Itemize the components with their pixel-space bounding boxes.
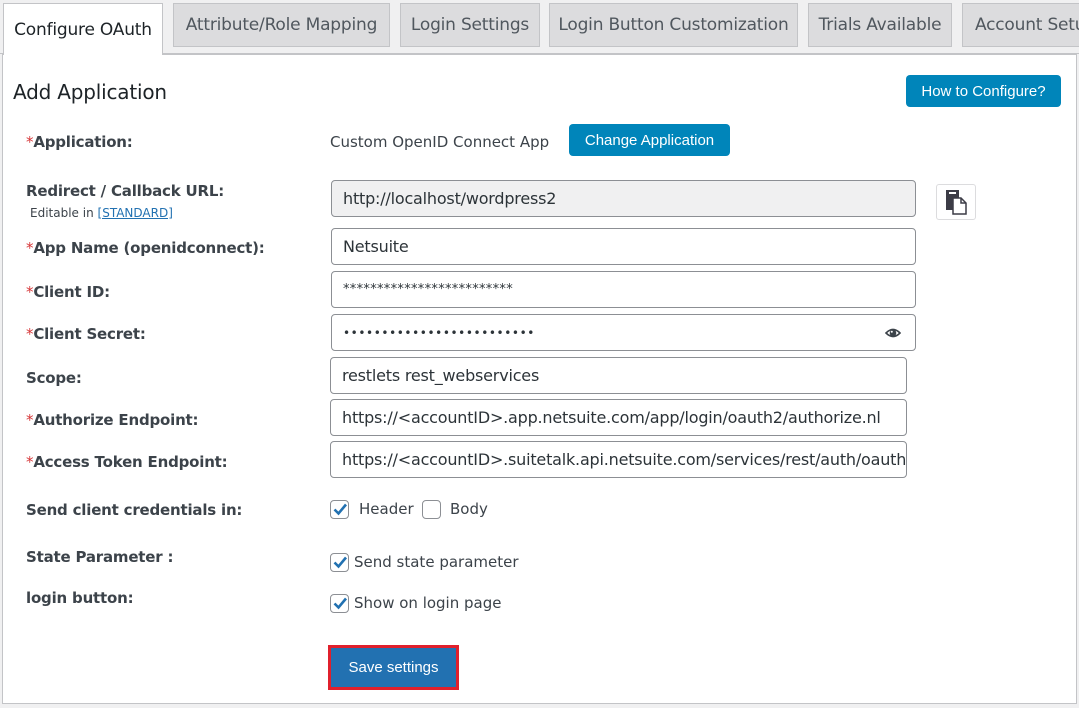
app-name-input[interactable]: Netsuite (331, 228, 916, 265)
tab-login-button-customization[interactable]: Login Button Customization (549, 3, 798, 47)
section-title: Add Application (13, 80, 167, 104)
redirect-editable-note: Editable in [STANDARD] (30, 206, 173, 220)
redirect-url-field[interactable]: http://localhost/wordpress2 (331, 180, 916, 217)
checkmark-icon (333, 556, 347, 569)
checkmark-icon (333, 503, 347, 516)
body-checkbox[interactable] (422, 500, 441, 519)
send-credentials-label: Send client credentials in: (26, 501, 243, 519)
checkmark-icon (333, 597, 347, 610)
client-id-label: *Client ID: (26, 283, 110, 301)
access-token-endpoint-input[interactable]: https://<accountID>.suitetalk.api.netsui… (330, 441, 907, 478)
save-settings-highlight: Save settings (328, 645, 459, 690)
state-parameter-label: State Parameter : (26, 548, 174, 566)
eye-icon[interactable] (885, 326, 901, 340)
tab-trials-available[interactable]: Trials Available (808, 3, 952, 47)
tab-configure-oauth[interactable]: Configure OAuth (3, 3, 163, 55)
header-option-label: Header (359, 500, 414, 518)
send-state-parameter-checkbox[interactable] (330, 553, 349, 572)
authorize-endpoint-label: *Authorize Endpoint: (26, 411, 199, 429)
copy-icon (946, 190, 967, 215)
tab-attribute-role-mapping[interactable]: Attribute/Role Mapping (173, 3, 390, 47)
scope-input[interactable]: restlets rest_webservices (330, 357, 907, 394)
authorize-endpoint-input[interactable]: https://<accountID>.app.netsuite.com/app… (330, 399, 907, 436)
tab-account-setup[interactable]: Account Setup (962, 3, 1079, 47)
tab-login-settings[interactable]: Login Settings (400, 3, 540, 47)
scope-label: Scope: (26, 369, 82, 387)
tab-bar: Configure OAuth Attribute/Role Mapping L… (0, 0, 1079, 55)
copy-redirect-url-button[interactable] (936, 184, 976, 220)
client-secret-value: ••••••••••••••••••••••••• (343, 325, 535, 340)
body-option-label: Body (450, 500, 488, 518)
show-on-login-page-label: Show on login page (354, 594, 502, 612)
redirect-url-label: Redirect / Callback URL: (26, 182, 225, 200)
access-token-endpoint-label: *Access Token Endpoint: (26, 453, 228, 471)
client-id-input[interactable]: ************************* (331, 271, 916, 308)
how-to-configure-button[interactable]: How to Configure? (906, 75, 1061, 107)
header-checkbox[interactable] (330, 500, 349, 519)
application-label: *Application: (26, 133, 133, 151)
change-application-button[interactable]: Change Application (569, 124, 730, 156)
standard-plan-link[interactable]: [STANDARD] (98, 206, 173, 220)
client-secret-label: *Client Secret: (26, 325, 146, 343)
application-value: Custom OpenID Connect App (330, 133, 550, 151)
login-button-label: login button: (26, 589, 134, 607)
client-secret-input[interactable]: ••••••••••••••••••••••••• (331, 314, 916, 351)
show-on-login-page-checkbox[interactable] (330, 594, 349, 613)
save-settings-button[interactable]: Save settings (333, 650, 454, 685)
send-state-parameter-label: Send state parameter (354, 553, 519, 571)
app-name-label: *App Name (openidconnect): (26, 239, 265, 257)
